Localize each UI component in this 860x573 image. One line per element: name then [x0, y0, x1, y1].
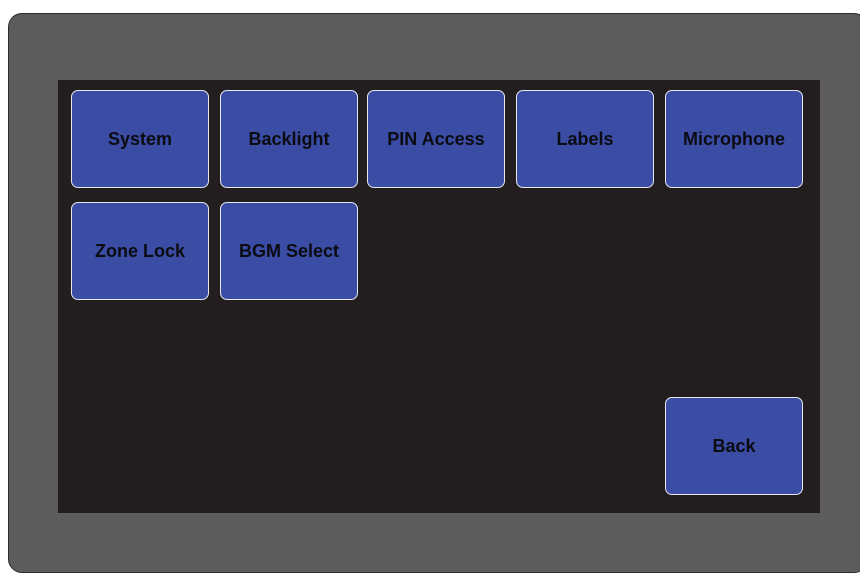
backlight-button[interactable]: Backlight — [220, 90, 358, 188]
system-button-label: System — [107, 128, 173, 149]
system-button[interactable]: System — [71, 90, 209, 188]
microphone-button[interactable]: Microphone — [665, 90, 803, 188]
labels-button[interactable]: Labels — [516, 90, 654, 188]
back-button-label: Back — [712, 435, 756, 456]
zone-lock-button[interactable]: Zone Lock — [71, 202, 209, 300]
back-button[interactable]: Back — [665, 397, 803, 495]
pin-access-button[interactable]: PIN Access — [367, 90, 505, 188]
backlight-button-label: Backlight — [248, 128, 330, 149]
zone-lock-button-label: Zone Lock — [94, 240, 185, 261]
microphone-button-label: Microphone — [683, 128, 785, 149]
bgm-select-button-label: BGM Select — [238, 240, 340, 261]
pin-access-button-label: PIN Access — [387, 128, 485, 149]
labels-button-label: Labels — [556, 128, 614, 149]
touch-screen: System Backlight PIN Access Labels Micro… — [58, 80, 820, 513]
bgm-select-button[interactable]: BGM Select — [220, 202, 358, 300]
